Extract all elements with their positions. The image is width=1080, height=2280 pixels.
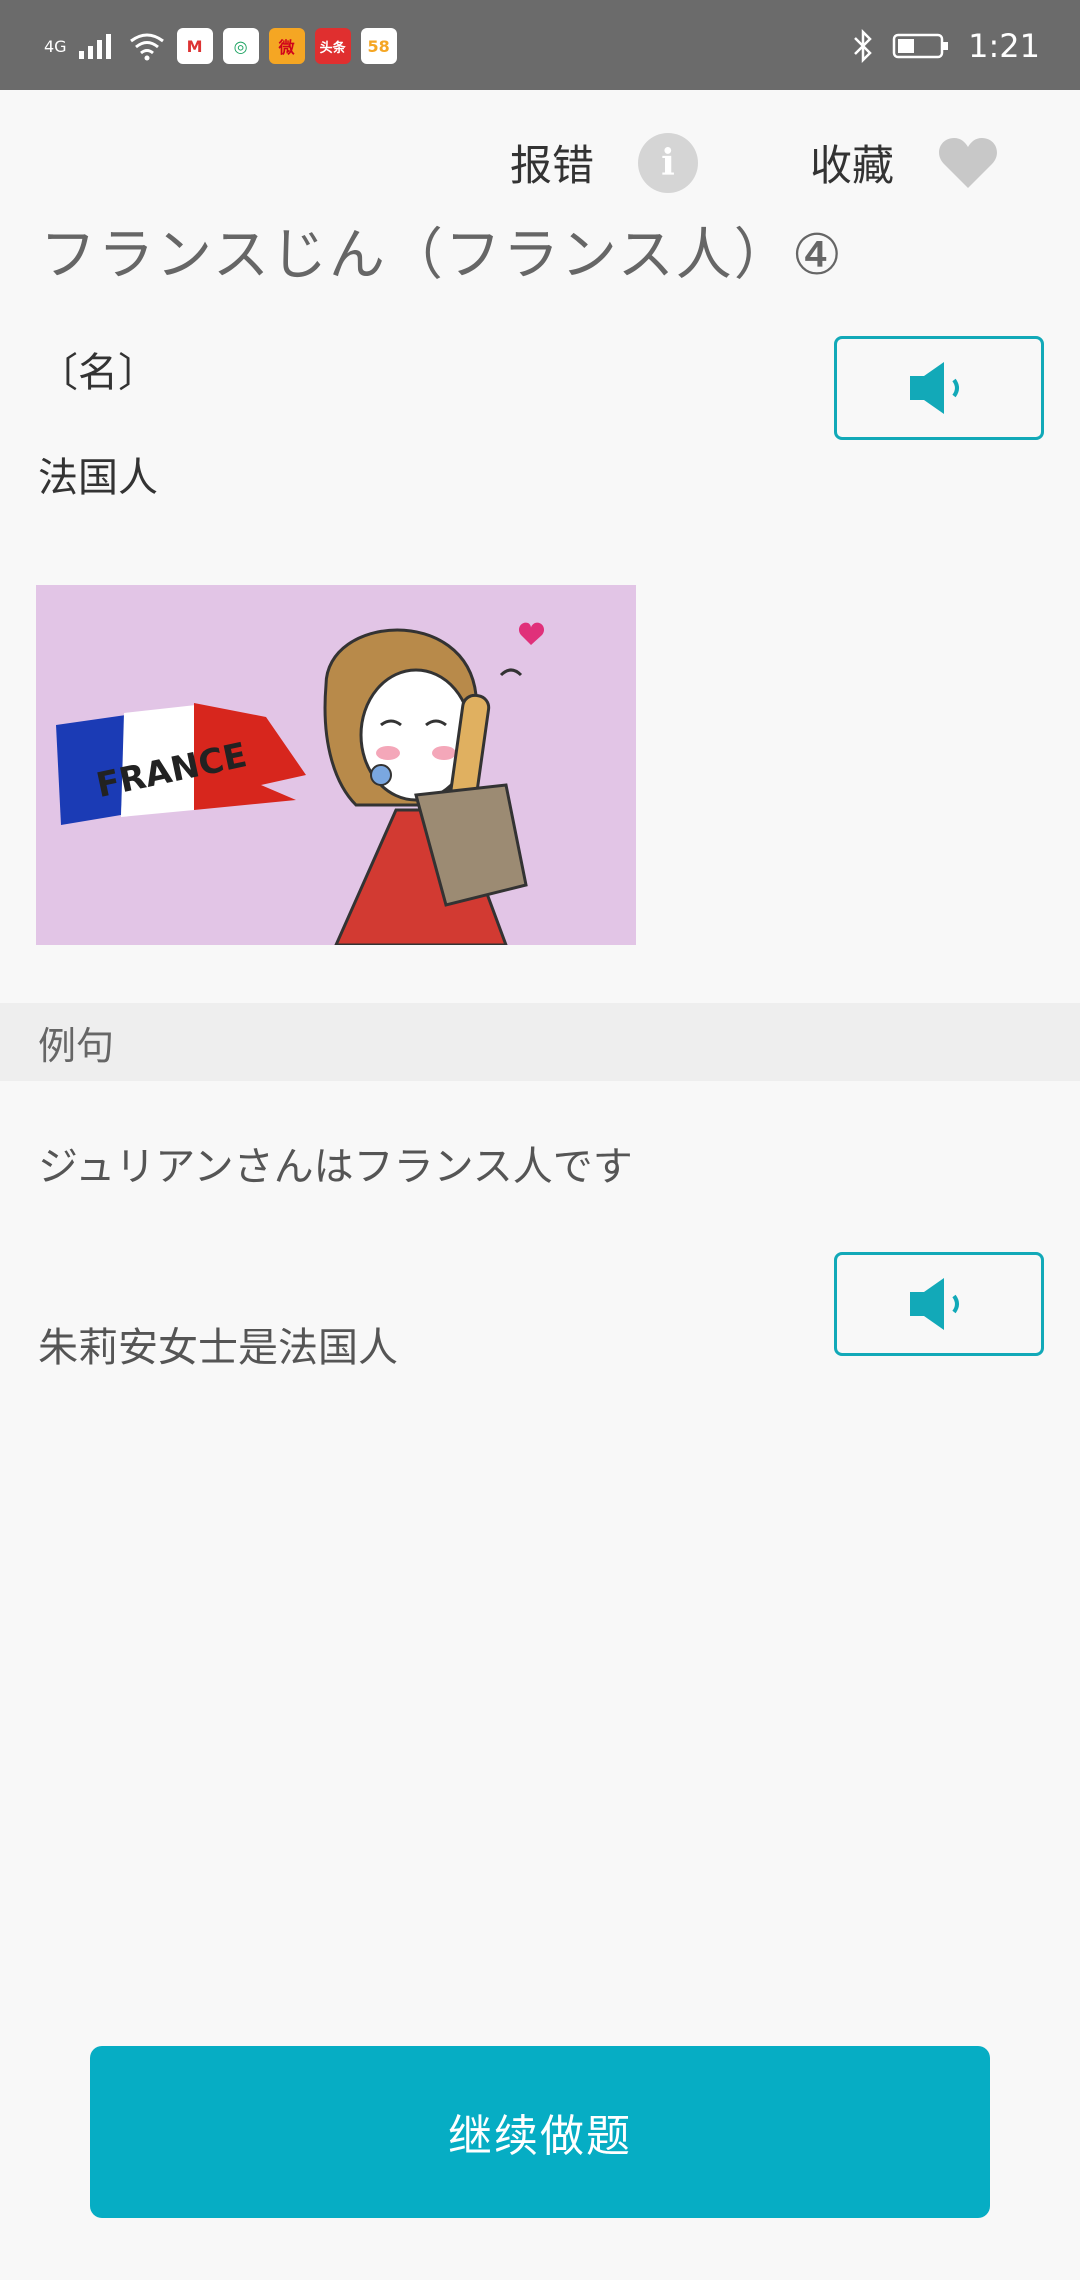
status-bar: 4G M ◎ 微 头条 58 1:21 xyxy=(0,0,1080,90)
part-of-speech: 〔名〕 xyxy=(38,350,158,396)
examples-section-header: 例句 xyxy=(0,1003,1080,1081)
heart-icon xyxy=(939,137,997,188)
status-left: 4G M ◎ 微 头条 58 xyxy=(44,24,397,68)
speaker-icon xyxy=(910,1278,959,1330)
network-type: 4G xyxy=(44,36,67,56)
example-sentence-japanese: ジュリアンさんはフランス人です xyxy=(38,1144,633,1190)
browser-icon: ◎ xyxy=(222,28,259,64)
play-example-audio-button[interactable] xyxy=(834,1252,1044,1356)
info-icon: i xyxy=(638,132,699,193)
bluetooth-icon xyxy=(854,29,872,63)
gmail-icon: M xyxy=(176,28,213,64)
example-sentence-chinese: 朱莉安女士是法国人 xyxy=(38,1325,398,1371)
battery-icon xyxy=(892,33,949,59)
word-title: フランスじん（フランス人）④ xyxy=(40,223,844,288)
signal-icon xyxy=(78,34,111,59)
wifi-icon xyxy=(129,33,164,61)
weibo-icon: 微 xyxy=(268,28,305,64)
report-error-label: 报错 xyxy=(510,141,595,190)
favorite-label: 收藏 xyxy=(810,141,895,190)
word-illustration: FRANCE xyxy=(36,585,636,945)
clock: 1:21 xyxy=(968,27,1040,65)
report-error-button[interactable]: 报错 i xyxy=(510,132,699,193)
france-woman-illustration: FRANCE xyxy=(36,585,636,945)
status-right: 1:21 xyxy=(852,24,1040,68)
favorite-button[interactable]: 收藏 xyxy=(810,132,998,193)
speaker-icon xyxy=(910,362,959,414)
toutiao-icon: 头条 xyxy=(314,28,351,64)
play-word-audio-button[interactable] xyxy=(834,336,1044,440)
continue-exercise-button[interactable]: 继续做题 xyxy=(90,2046,990,2218)
word-meaning: 法国人 xyxy=(38,455,158,501)
58-icon: 58 xyxy=(360,28,397,64)
